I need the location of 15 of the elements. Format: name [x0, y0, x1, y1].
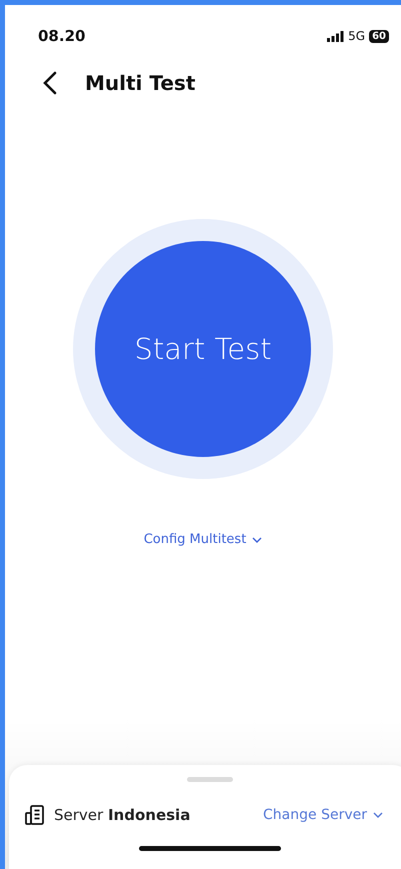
- sheet-handle[interactable]: [187, 777, 233, 782]
- signal-icon: [327, 30, 344, 42]
- network-label: 5G: [348, 29, 366, 43]
- page-title: Multi Test: [85, 71, 196, 95]
- server-label: Server Indonesia: [54, 806, 190, 824]
- building-icon: [24, 804, 46, 826]
- back-icon: [43, 71, 57, 95]
- caret-icon: [373, 812, 383, 818]
- start-test-button[interactable]: Start Test: [95, 241, 311, 457]
- back-button[interactable]: [43, 71, 57, 95]
- caret-icon: [252, 536, 262, 542]
- status-time: 08.20: [38, 27, 86, 45]
- change-server-link[interactable]: Change Server: [263, 807, 383, 823]
- battery-level: 60: [369, 30, 389, 42]
- config-multitest-link[interactable]: Config Multitest: [138, 531, 268, 548]
